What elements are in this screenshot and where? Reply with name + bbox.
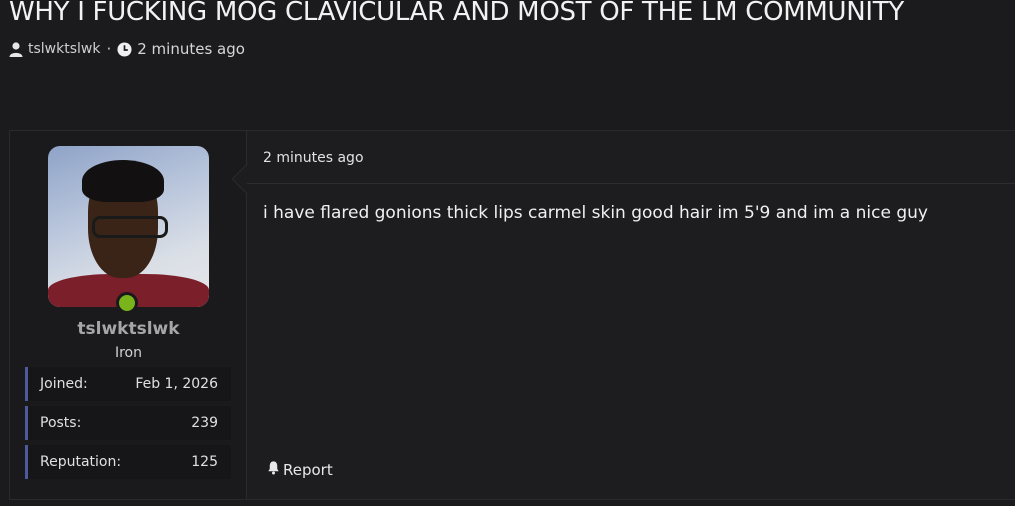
- stat-posts: Posts: 239: [25, 406, 231, 440]
- thread-author-link[interactable]: tslwktslwk: [28, 41, 100, 57]
- meta-separator: ·: [106, 40, 112, 58]
- user-icon: [9, 41, 23, 57]
- report-button[interactable]: Report: [266, 460, 333, 479]
- thread-time[interactable]: 2 minutes ago: [137, 40, 245, 58]
- stat-reputation: Reputation: 125: [25, 445, 231, 479]
- post-header-divider: [247, 183, 1015, 184]
- post-user-panel: tslwktslwk Iron Joined: Feb 1, 2026 Post…: [10, 131, 247, 499]
- stat-reputation-value: 125: [191, 454, 218, 470]
- thread-meta: tslwktslwk · 2 minutes ago: [9, 40, 245, 58]
- stat-posts-value: 239: [191, 415, 218, 431]
- stat-joined: Joined: Feb 1, 2026: [25, 367, 231, 401]
- post-container: tslwktslwk Iron Joined: Feb 1, 2026 Post…: [9, 130, 1015, 500]
- clock-icon: [117, 41, 132, 57]
- report-label: Report: [283, 460, 333, 479]
- stat-reputation-label: Reputation:: [40, 454, 122, 470]
- stat-posts-label: Posts:: [40, 415, 82, 431]
- stat-joined-value: Feb 1, 2026: [135, 376, 218, 392]
- post-date[interactable]: 2 minutes ago: [263, 150, 364, 166]
- post-body: i have flared gonions thick lips carmel …: [263, 203, 928, 223]
- avatar[interactable]: [48, 146, 209, 307]
- online-status-indicator: [116, 292, 138, 314]
- avatar-hair: [82, 160, 164, 202]
- bell-icon: [266, 460, 281, 479]
- post-username[interactable]: tslwktslwk: [10, 319, 247, 339]
- user-rank: Iron: [114, 345, 142, 361]
- stat-joined-label: Joined:: [40, 376, 88, 392]
- thread-title: WHY I FUCKING MOG CLAVICULAR AND MOST OF…: [9, 0, 904, 27]
- avatar-glasses: [92, 216, 168, 238]
